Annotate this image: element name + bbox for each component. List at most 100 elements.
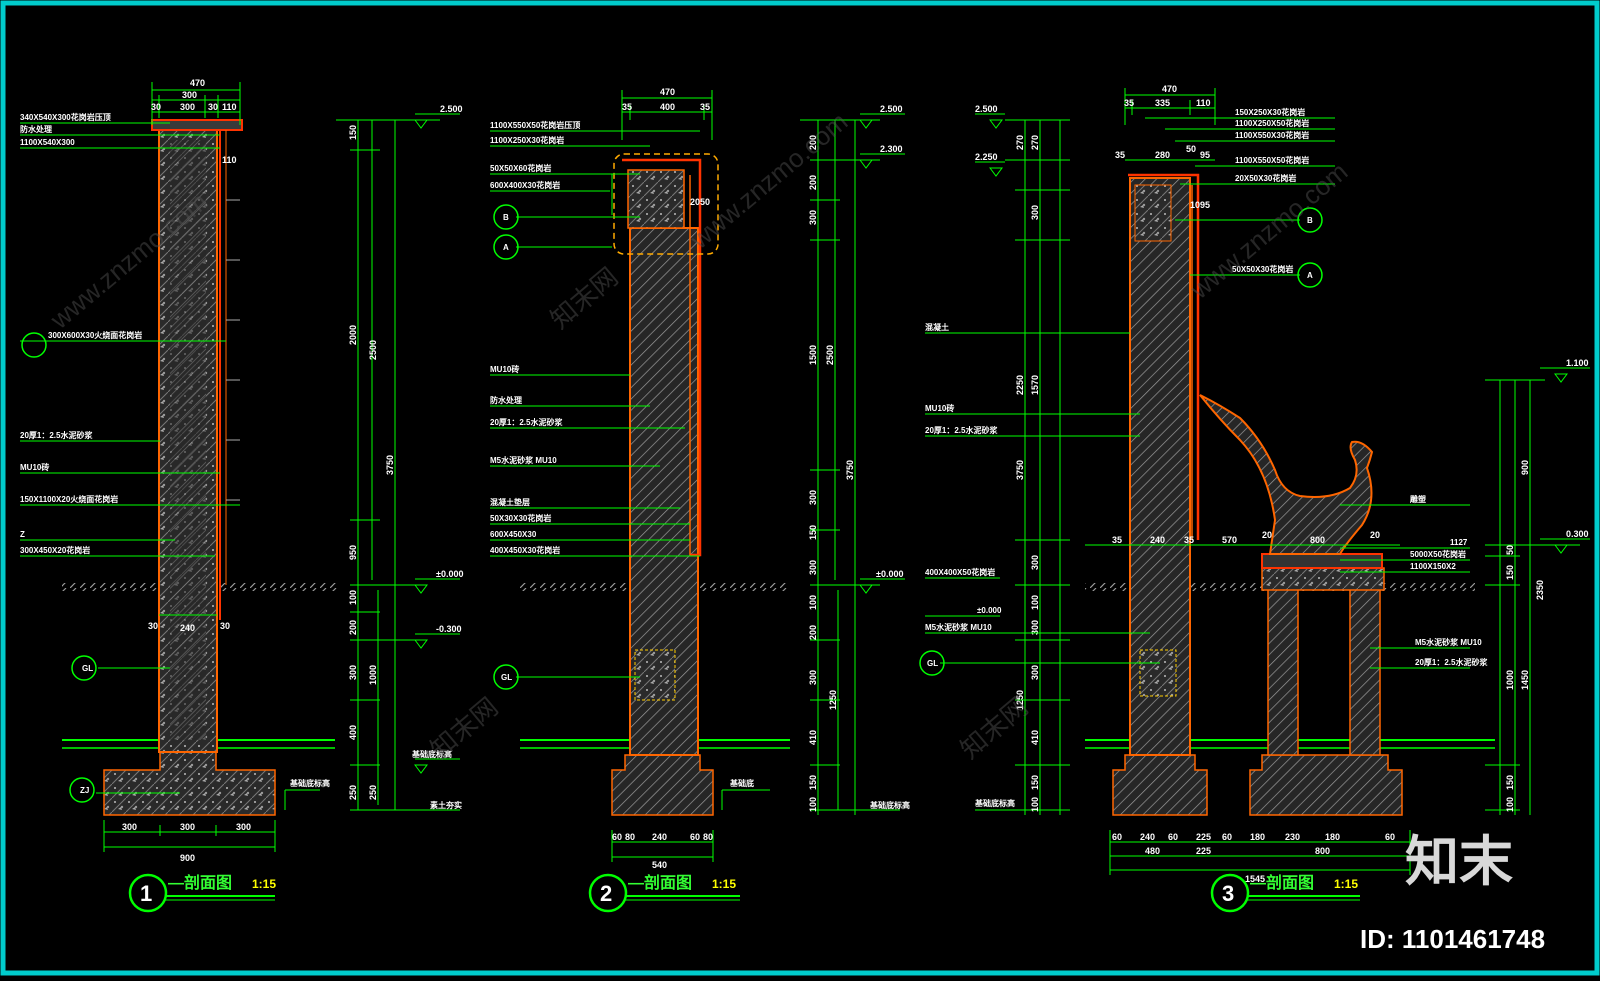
section-2: 470 35 400 35 2050 60 80 240 60 80 540 2… [490,87,910,913]
svg-text:300: 300 [122,822,137,832]
svg-text:20厚1：2.5水泥砂浆: 20厚1：2.5水泥砂浆 [1415,657,1488,667]
svg-text:3750: 3750 [385,455,395,475]
svg-text:A: A [503,243,509,252]
svg-text:400: 400 [660,102,675,112]
svg-text:1095: 1095 [1190,200,1210,210]
svg-text:2250: 2250 [1015,375,1025,395]
svg-text:60: 60 [612,832,622,842]
svg-text:300: 300 [808,560,818,575]
svg-text:50X30X30花岗岩: 50X30X30花岗岩 [490,513,551,523]
svg-text:240: 240 [652,832,667,842]
svg-text:100: 100 [1030,595,1040,610]
svg-text:基础底标高: 基础底标高 [869,800,910,810]
svg-text:35: 35 [1124,98,1134,108]
svg-text:250: 250 [368,785,378,800]
svg-text:300X450X20花岗岩: 300X450X20花岗岩 [20,545,90,555]
svg-text:20: 20 [1262,530,1272,540]
svg-text:30: 30 [208,102,218,112]
cad-sections-svg: 470 300 30 300 30 110 110 300 300 300 90… [0,0,1600,976]
svg-text:-0.300: -0.300 [436,624,462,634]
svg-text:240: 240 [180,623,195,633]
svg-text:20: 20 [1370,530,1380,540]
svg-text:150X1100X20火烧面花岗岩: 150X1100X20火烧面花岗岩 [20,494,118,504]
svg-text:混凝土垫层: 混凝土垫层 [490,497,530,507]
svg-text:2.500: 2.500 [440,104,463,114]
svg-text:950: 950 [348,545,358,560]
svg-text:800: 800 [1315,846,1330,856]
section-3: 470 35 335 110 35 280 50 95 1095 35 240 … [919,84,1590,913]
svg-text:3750: 3750 [845,460,855,480]
svg-text:基础底标高: 基础底标高 [974,798,1015,808]
svg-text:300: 300 [1030,555,1040,570]
svg-text:35: 35 [622,102,632,112]
svg-text:1100X540X300: 1100X540X300 [20,138,75,147]
svg-text:300: 300 [808,490,818,505]
svg-text:3750: 3750 [1015,460,1025,480]
svg-text:180: 180 [1325,832,1340,842]
svg-text:150: 150 [1505,775,1515,790]
svg-text:20X50X30花岗岩: 20X50X30花岗岩 [1235,173,1296,183]
svg-text:1100X550X50花岗岩压顶: 1100X550X50花岗岩压顶 [490,120,580,130]
footing-3a [1112,754,1208,816]
svg-text:1100X550X30花岗岩: 1100X550X30花岗岩 [1235,130,1309,140]
svg-text:95: 95 [1200,150,1210,160]
svg-text:225: 225 [1196,832,1211,842]
svg-text:150: 150 [1030,775,1040,790]
svg-text:素土夯实: 素土夯实 [430,800,462,810]
svg-text:GL: GL [82,664,93,673]
svg-text:200: 200 [348,620,358,635]
svg-text:ZJ: ZJ [80,786,89,795]
svg-text:A: A [1307,271,1313,280]
svg-text:60: 60 [1112,832,1122,842]
svg-text:B: B [503,213,509,222]
svg-text:150X250X30花岗岩: 150X250X30花岗岩 [1235,107,1305,117]
svg-text:1500: 1500 [808,345,818,365]
svg-text:225: 225 [1196,846,1211,856]
section-2-title: —剖面图 [628,873,692,892]
svg-text:400: 400 [348,725,358,740]
svg-text:800: 800 [1310,535,1325,545]
bird-sculpture [1199,394,1374,555]
svg-text:30: 30 [148,621,158,631]
svg-text:280: 280 [1155,150,1170,160]
svg-text:20厚1：2.5水泥砂浆: 20厚1：2.5水泥砂浆 [925,425,998,435]
svg-text:300: 300 [180,102,195,112]
svg-text:410: 410 [808,730,818,745]
svg-text:100: 100 [1030,797,1040,812]
svg-text:35: 35 [1115,150,1125,160]
svg-text:20厚1：2.5水泥砂浆: 20厚1：2.5水泥砂浆 [20,430,93,440]
svg-text:35: 35 [700,102,710,112]
svg-text:250: 250 [348,785,358,800]
section-2-number: 2 [600,881,612,906]
section-1-scale: 1:15 [252,877,276,891]
svg-text:300: 300 [1030,665,1040,680]
svg-text:防水处理: 防水处理 [20,124,52,134]
section-3-scale: 1:15 [1334,877,1358,891]
svg-text:300: 300 [808,670,818,685]
svg-text:MU10砖: MU10砖 [925,403,954,413]
svg-text:1000: 1000 [1505,670,1515,690]
svg-text:1100X150X2: 1100X150X2 [1410,562,1456,571]
svg-text:300: 300 [236,822,251,832]
svg-text:200: 200 [808,625,818,640]
svg-text:Z: Z [20,530,25,539]
svg-text:2.300: 2.300 [880,144,903,154]
svg-text:60: 60 [1222,832,1232,842]
svg-text:270: 270 [1015,135,1025,150]
svg-text:2.500: 2.500 [880,104,903,114]
svg-text:2500: 2500 [368,340,378,360]
svg-text:410: 410 [1030,730,1040,745]
svg-text:100: 100 [808,595,818,610]
section-1: 470 300 30 300 30 110 110 300 300 300 90… [20,78,463,913]
svg-text:470: 470 [1162,84,1177,94]
svg-text:1250: 1250 [828,690,838,710]
svg-text:50: 50 [1505,545,1515,555]
svg-text:50X50X60花岗岩: 50X50X60花岗岩 [490,163,551,173]
svg-text:400X400X50花岗岩: 400X400X50花岗岩 [925,567,995,577]
svg-text:M5水泥砂浆 MU10: M5水泥砂浆 MU10 [490,455,557,465]
svg-text:1127: 1127 [1450,538,1468,547]
svg-text:±0.000: ±0.000 [977,606,1002,615]
svg-text:2350: 2350 [1535,580,1545,600]
svg-text:1100X550X50花岗岩: 1100X550X50花岗岩 [1235,155,1309,165]
svg-text:混凝土: 混凝土 [925,322,949,332]
